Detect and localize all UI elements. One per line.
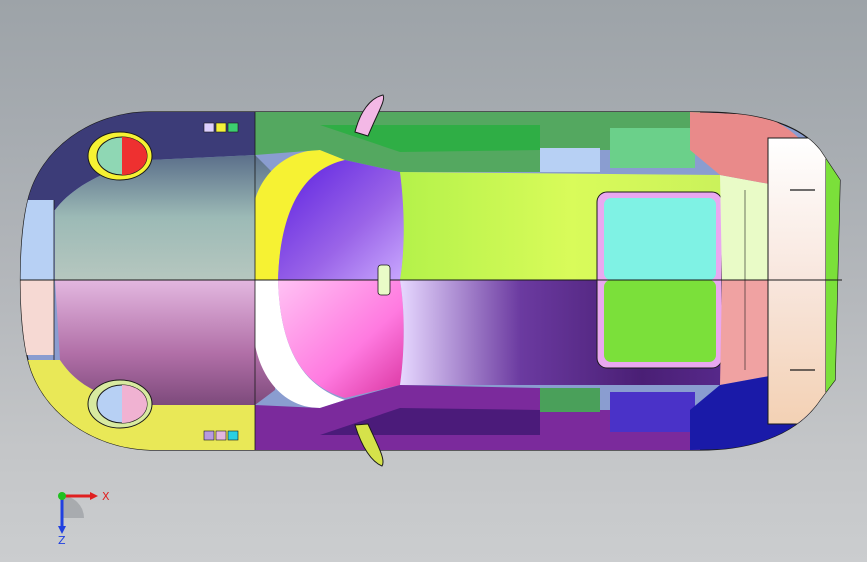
car-body-model[interactable] [0, 0, 867, 562]
headlight-left[interactable] [87, 131, 153, 181]
rear-deck-lower[interactable] [720, 280, 775, 385]
z-axis-arrowhead [58, 526, 66, 534]
fender-vent-left [203, 122, 239, 133]
rear-window-upper[interactable] [604, 198, 716, 280]
headlight-right[interactable] [87, 379, 153, 429]
rear-deck-upper[interactable] [720, 175, 775, 280]
axis-triad: X Z [58, 490, 110, 547]
rear-spoiler[interactable] [767, 137, 827, 425]
rear-quarter-right[interactable] [610, 392, 695, 432]
rear-bumper[interactable] [826, 150, 842, 412]
rear-window-lower[interactable] [604, 280, 716, 362]
door-handle-left[interactable] [540, 148, 600, 172]
graphics-viewport[interactable]: X Z [0, 0, 867, 562]
front-bumper-lower[interactable] [20, 280, 54, 355]
door-handle-right[interactable] [540, 388, 600, 412]
x-axis-arrowhead [90, 492, 98, 500]
y-axis-dot [58, 492, 66, 500]
x-axis-label: X [102, 490, 110, 503]
z-axis-label: Z [58, 534, 66, 547]
hood-lower[interactable] [55, 280, 275, 405]
rear-quarter-left[interactable] [610, 128, 695, 168]
triad-shadow [62, 496, 84, 518]
fender-vent-right [203, 430, 239, 441]
roof-clip [377, 264, 391, 296]
